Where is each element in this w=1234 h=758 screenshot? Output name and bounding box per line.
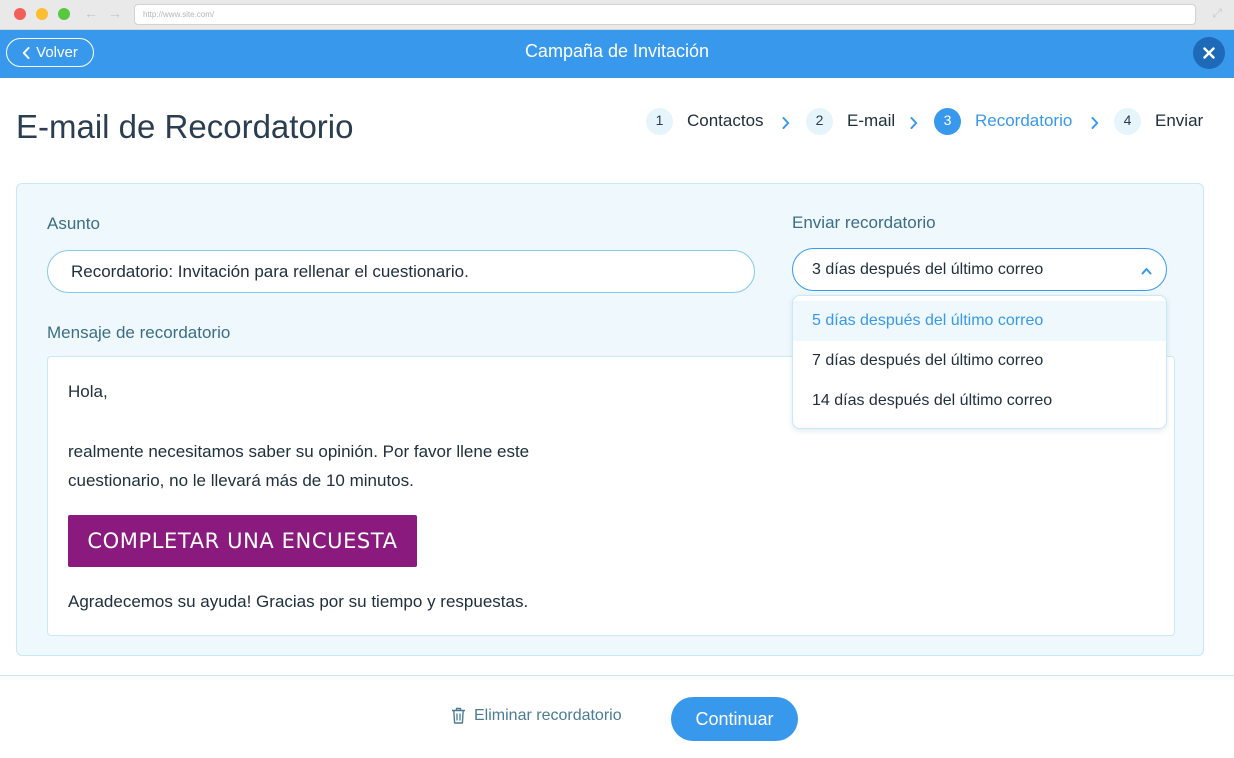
trash-icon (452, 707, 465, 724)
message-label: Mensaje de recordatorio (47, 323, 231, 342)
close-icon (1203, 47, 1215, 59)
step-2-number[interactable]: 2 (806, 108, 833, 135)
chevron-right-icon (910, 117, 918, 129)
step-1-number[interactable]: 1 (646, 108, 673, 135)
delete-reminder-label: Eliminar recordatorio (474, 706, 622, 724)
page-title: E-mail de Recordatorio (16, 108, 354, 145)
close-button[interactable] (1193, 37, 1225, 69)
window-maximize-dot[interactable] (58, 8, 70, 20)
step-1-label[interactable]: Contactos (687, 111, 764, 131)
step-2-label[interactable]: E-mail (847, 111, 895, 131)
step-3-label[interactable]: Recordatorio (975, 111, 1072, 131)
campaign-title: Campaña de Invitación (524, 41, 710, 61)
url-bar[interactable]: http://www.site.com/ (134, 4, 1196, 25)
window-close-dot[interactable] (14, 8, 26, 20)
chevron-right-icon (1091, 117, 1099, 129)
message-greeting: Hola, (68, 382, 108, 401)
dropdown-option[interactable]: 7 días después del último correo (793, 341, 1166, 381)
step-4-number[interactable]: 4 (1114, 108, 1141, 135)
step-4-label[interactable]: Enviar (1155, 111, 1203, 131)
continue-button[interactable]: Continuar (671, 697, 798, 741)
send-reminder-select[interactable]: 3 días después del último correo (792, 248, 1167, 291)
window-minimize-dot[interactable] (36, 8, 48, 20)
message-body-line-1: realmente necesitamos saber su opinión. … (68, 442, 530, 461)
subject-label: Asunto (47, 214, 100, 233)
footer-divider (0, 675, 1234, 676)
dropdown-option[interactable]: 5 días después del último correo (793, 301, 1166, 341)
send-reminder-options: 5 días después del último correo 7 días … (792, 295, 1167, 429)
message-closing: Agradecemos su ayuda! Gracias por su tie… (68, 592, 529, 611)
top-bar: Volver Campaña de Invitación (0, 30, 1234, 78)
subject-input[interactable] (47, 250, 755, 293)
step-3-number[interactable]: 3 (934, 108, 961, 135)
send-reminder-selected: 3 días después del último correo (812, 261, 1044, 278)
reminder-panel: Asunto Enviar recordatorio 3 días despué… (16, 183, 1204, 656)
dropdown-option[interactable]: 14 días después del último correo (793, 381, 1166, 421)
chevron-right-icon (782, 117, 790, 129)
expand-icon[interactable]: ⤢ (1212, 6, 1222, 21)
send-reminder-label: Enviar recordatorio (792, 213, 936, 232)
browser-forward-icon[interactable]: → (108, 5, 122, 21)
browser-back-icon[interactable]: ← (84, 5, 98, 21)
complete-survey-button[interactable]: COMPLETAR UNA ENCUESTA (68, 515, 417, 567)
message-body-line-2: cuestionario, no le llevará más de 10 mi… (68, 471, 414, 490)
chevron-up-icon (1141, 268, 1152, 275)
browser-chrome: ← → http://www.site.com/ ⤢ (0, 0, 1234, 30)
delete-reminder-button[interactable]: Eliminar recordatorio (450, 706, 622, 725)
